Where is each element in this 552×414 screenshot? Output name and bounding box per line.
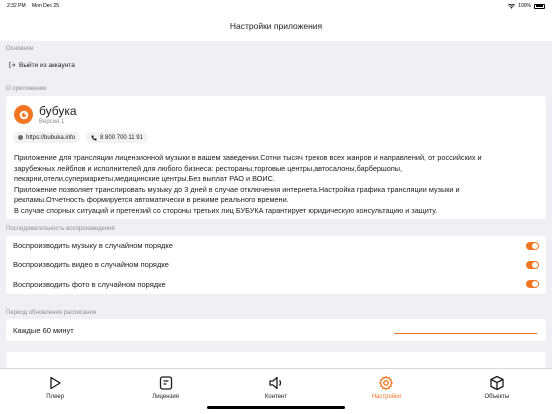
tab-settings[interactable]: Настройки <box>331 369 441 414</box>
next-section-card <box>6 352 546 368</box>
schedule-period-field[interactable]: Каждые 60 минут <box>6 319 546 341</box>
shuffle-music-toggle[interactable] <box>526 241 539 250</box>
section-label-main: Основное <box>6 46 34 52</box>
tab-bar: Плеер Лицензия Контент Настройки Объекты <box>0 368 552 414</box>
shuffle-photo-row: Воспроизводить фото в случайном порядке <box>6 275 546 294</box>
logout-button[interactable]: Выйти из аккаунта <box>6 58 546 72</box>
phone-icon <box>91 135 97 140</box>
play-icon <box>50 376 61 390</box>
page-title: Настройки приложения <box>0 12 552 41</box>
tab-player[interactable]: Плеер <box>0 369 110 414</box>
shuffle-card: Воспроизводить музыку в случайном порядк… <box>6 236 546 294</box>
website-label: https://bubuka.info <box>26 134 76 141</box>
speaker-icon <box>269 376 282 390</box>
tab-objects[interactable]: Объекты <box>442 369 552 414</box>
box-icon <box>490 375 504 391</box>
wifi-icon <box>508 3 516 9</box>
app-version: Версия 1 <box>39 119 65 125</box>
phone-label: 8 800 700 11 91 <box>100 134 143 141</box>
home-indicator[interactable] <box>207 406 345 409</box>
main-card: Выйти из аккаунта <box>6 56 546 75</box>
battery-percent: 100% <box>518 3 531 9</box>
about-description: Приложение для трансляции лицензионной м… <box>14 153 506 216</box>
battery-icon <box>534 3 545 9</box>
shuffle-photo-label: Воспроизводить фото в случайном порядке <box>13 279 166 289</box>
about-card: бубука Версия 1 https://bubuka.info 8 80… <box>6 96 546 219</box>
about-paragraph: Приложение для трансляции лицензионной м… <box>14 153 482 183</box>
bubuka-logo-icon <box>19 110 28 119</box>
shuffle-music-row: Воспроизводить музыку в случайном порядк… <box>6 236 546 255</box>
shuffle-photo-toggle[interactable] <box>526 280 539 289</box>
shuffle-music-label: Воспроизводить музыку в случайном порядк… <box>13 241 173 251</box>
about-paragraph: В случае спорных ситуаций и претензий со… <box>14 205 438 215</box>
schedule-card: Каждые 60 минут <box>6 319 546 341</box>
shuffle-video-toggle[interactable] <box>526 260 539 269</box>
tab-label: Объекты <box>484 394 510 400</box>
tab-label: Лицензия <box>152 394 179 400</box>
schedule-period-value: Каждые 60 минут <box>13 325 74 335</box>
tab-license[interactable]: Лицензия <box>110 369 220 414</box>
shuffle-video-label: Воспроизводить видео в случайном порядке <box>13 260 169 270</box>
app-name: бубука <box>39 104 77 118</box>
gear-icon <box>379 375 394 391</box>
app-logo <box>14 105 33 124</box>
globe-icon <box>18 135 23 140</box>
status-bar: 2:32 PM Mon Dec 25 100% <box>0 0 552 12</box>
logout-icon <box>9 62 16 68</box>
shuffle-video-row: Воспроизводить видео в случайном порядке <box>6 255 546 274</box>
status-time: 2:32 PM <box>7 3 26 9</box>
section-label-about: О приложении <box>6 86 47 92</box>
section-label-schedule: Период обновления расписания <box>6 310 97 316</box>
section-label-shuffle: Последовательность воспроизведения <box>6 226 115 232</box>
tab-label: Плеер <box>46 394 65 400</box>
tab-label: Контент <box>264 394 288 400</box>
license-icon <box>159 376 172 390</box>
phone-link[interactable]: 8 800 700 11 91 <box>86 132 148 143</box>
status-date: Mon Dec 25 <box>32 3 59 9</box>
logout-label: Выйти из аккаунта <box>19 61 75 69</box>
tab-label: Настройки <box>371 394 402 400</box>
about-paragraph: Приложение позволяет транслировать музык… <box>14 184 460 205</box>
schedule-period-underline <box>394 333 537 334</box>
website-link[interactable]: https://bubuka.info <box>13 132 81 143</box>
